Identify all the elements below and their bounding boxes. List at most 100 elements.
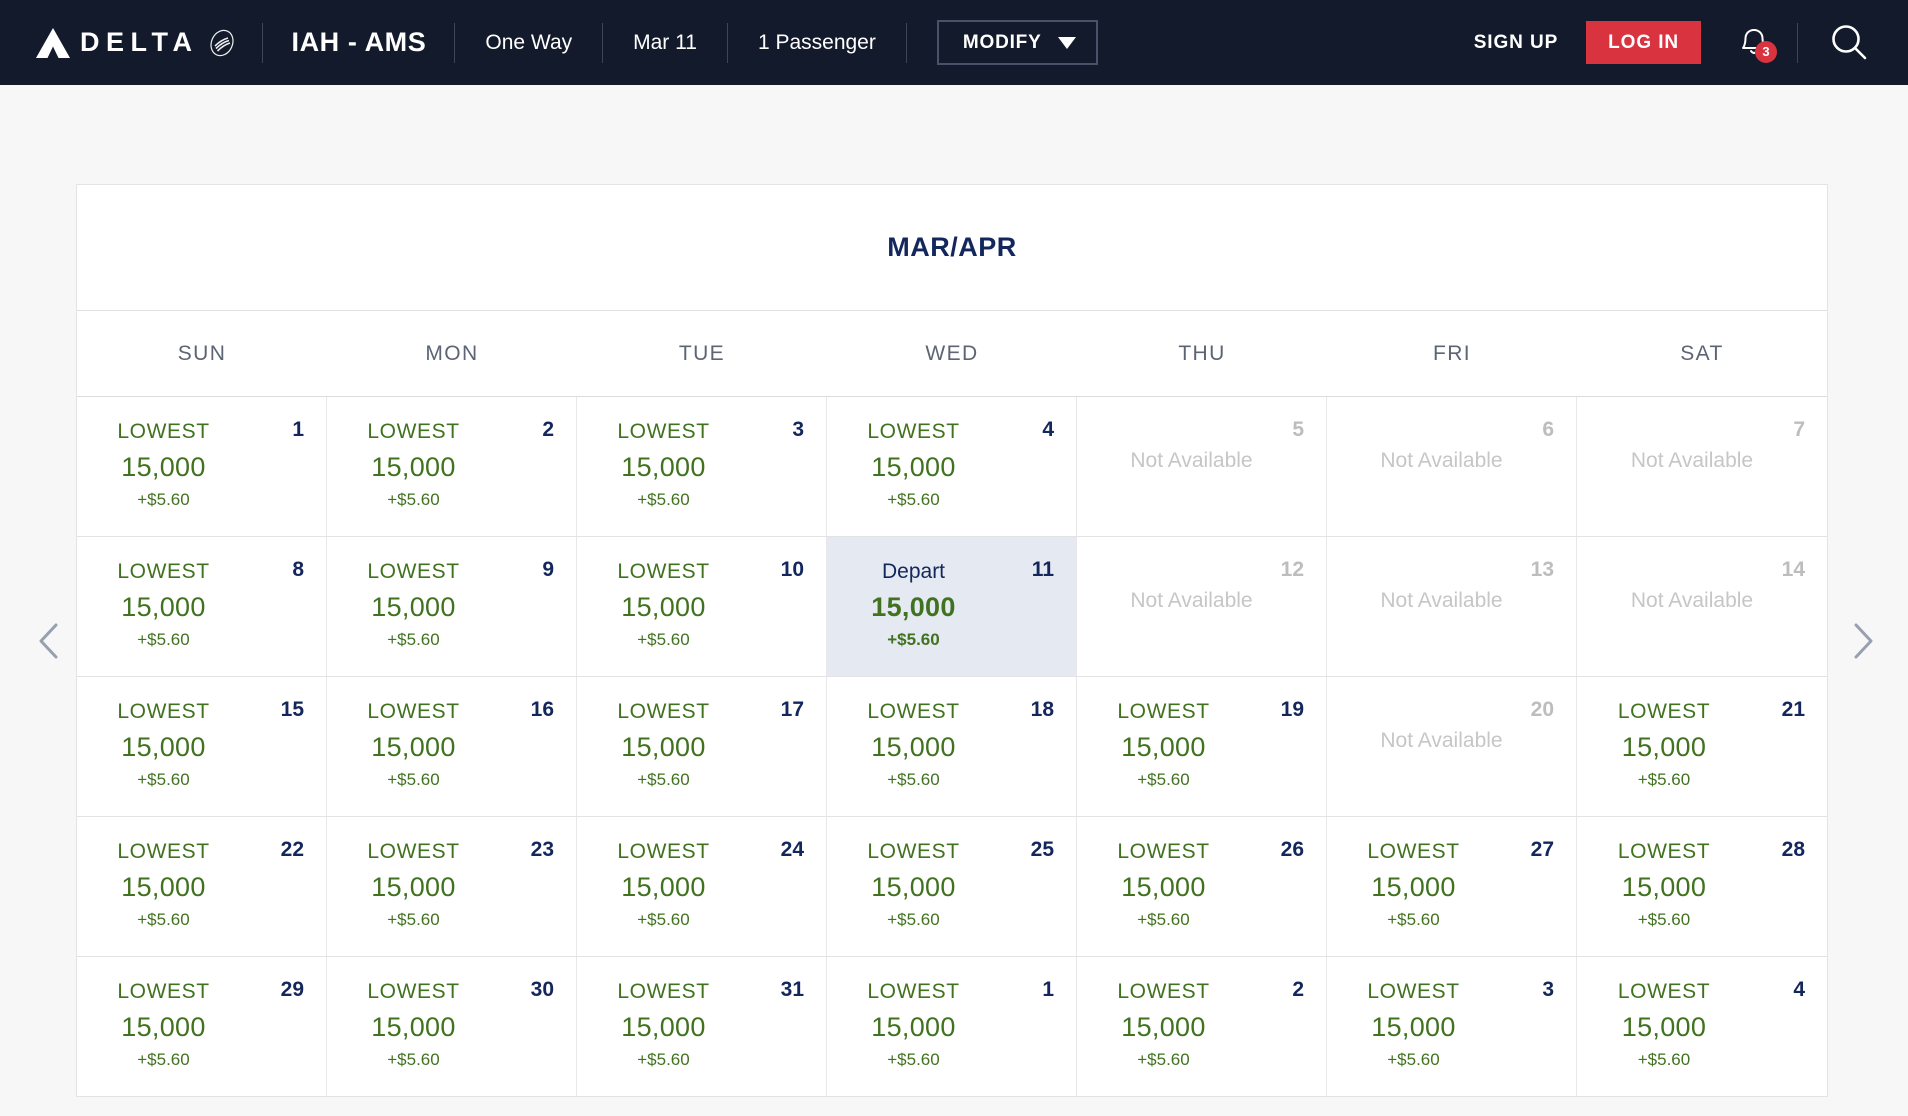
- trip-type-label[interactable]: One Way: [455, 31, 602, 55]
- passenger-count-label[interactable]: 1 Passenger: [728, 31, 906, 55]
- award-miles-amount: 15,000: [327, 1014, 500, 1041]
- calendar-day-cell[interactable]: 1LOWEST15,000+$5.60: [827, 957, 1077, 1096]
- calendar-day-cell[interactable]: 22LOWEST15,000+$5.60: [77, 817, 327, 956]
- fare-details: LOWEST15,000+$5.60: [1077, 701, 1306, 788]
- chevron-right-icon: [1848, 618, 1878, 664]
- notifications-button[interactable]: 3: [1701, 27, 1797, 59]
- calendar-day-cell[interactable]: 30LOWEST15,000+$5.60: [327, 957, 577, 1096]
- lowest-fare-label: LOWEST: [1077, 701, 1250, 722]
- fare-details: LOWEST15,000+$5.60: [827, 421, 1056, 508]
- award-miles-amount: 15,000: [77, 874, 250, 901]
- calendar-day-cell[interactable]: 31LOWEST15,000+$5.60: [577, 957, 827, 1096]
- log-in-button[interactable]: LOG IN: [1586, 21, 1701, 64]
- taxes-and-fees: +$5.60: [77, 771, 250, 788]
- award-miles-amount: 15,000: [1327, 1014, 1500, 1041]
- calendar-day-cell-selected[interactable]: 11Depart15,000+$5.60: [827, 537, 1077, 676]
- day-number: 3: [1542, 979, 1554, 1000]
- taxes-and-fees: +$5.60: [1077, 1051, 1250, 1068]
- taxes-and-fees: +$5.60: [577, 771, 750, 788]
- calendar-day-cell[interactable]: 4LOWEST15,000+$5.60: [1577, 957, 1827, 1096]
- modify-button-label: MODIFY: [963, 33, 1042, 52]
- day-number: 31: [781, 979, 804, 1000]
- sign-up-link[interactable]: SIGN UP: [1446, 32, 1586, 54]
- calendar-day-cell[interactable]: 2LOWEST15,000+$5.60: [327, 397, 577, 536]
- taxes-and-fees: +$5.60: [577, 911, 750, 928]
- lowest-fare-label: LOWEST: [327, 981, 500, 1002]
- calendar-day-cell[interactable]: 3LOWEST15,000+$5.60: [577, 397, 827, 536]
- travel-date-label[interactable]: Mar 11: [603, 31, 727, 55]
- award-miles-amount: 15,000: [827, 594, 1000, 621]
- calendar-day-cell[interactable]: 23LOWEST15,000+$5.60: [327, 817, 577, 956]
- award-miles-amount: 15,000: [827, 454, 1000, 481]
- search-icon: [1828, 22, 1870, 64]
- calendar-day-cell[interactable]: 27LOWEST15,000+$5.60: [1327, 817, 1577, 956]
- calendar-title-row: MAR/APR: [77, 185, 1827, 311]
- calendar-day-cell[interactable]: 16LOWEST15,000+$5.60: [327, 677, 577, 816]
- fare-details: LOWEST 15,000 +$5.60: [327, 981, 556, 1068]
- lowest-fare-label: LOWEST: [577, 561, 750, 582]
- calendar-day-cell[interactable]: 2LOWEST15,000+$5.60: [1077, 957, 1327, 1096]
- taxes-and-fees: +$5.60: [327, 631, 500, 648]
- calendar-day-cell[interactable]: 26LOWEST15,000+$5.60: [1077, 817, 1327, 956]
- previous-week-button[interactable]: [26, 618, 72, 664]
- day-number: 2: [542, 419, 554, 440]
- fare-details: LOWEST15,000+$5.60: [577, 981, 806, 1068]
- award-miles-amount: 15,000: [327, 734, 500, 761]
- route-label[interactable]: IAH - AMS: [263, 27, 454, 58]
- lowest-fare-label: LOWEST: [577, 841, 750, 862]
- day-number: 12: [1281, 559, 1304, 580]
- award-miles-amount: 15,000: [1077, 874, 1250, 901]
- day-number: 26: [1281, 839, 1304, 860]
- fare-details: LOWEST15,000+$5.60: [1577, 841, 1807, 928]
- calendar-day-cell[interactable]: 10LOWEST15,000+$5.60: [577, 537, 827, 676]
- not-available-label: Not Available: [1577, 449, 1807, 473]
- lowest-fare-label: LOWEST: [827, 701, 1000, 722]
- calendar-day-cell[interactable]: 9LOWEST15,000+$5.60: [327, 537, 577, 676]
- calendar-day-cell[interactable]: 1LOWEST15,000+$5.60: [77, 397, 327, 536]
- lowest-fare-label: LOWEST: [577, 981, 750, 1002]
- calendar-day-cell: 20Not Available: [1327, 677, 1577, 816]
- fare-details: LOWEST15,000+$5.60: [577, 841, 806, 928]
- award-miles-amount: 15,000: [577, 454, 750, 481]
- calendar-day-cell[interactable]: 28LOWEST15,000+$5.60: [1577, 817, 1827, 956]
- calendar-day-cell: 5Not Available: [1077, 397, 1327, 536]
- taxes-and-fees: +$5.60: [327, 771, 500, 788]
- calendar-day-cell[interactable]: 18LOWEST15,000+$5.60: [827, 677, 1077, 816]
- calendar-day-cell[interactable]: 15LOWEST15,000+$5.60: [77, 677, 327, 816]
- fare-details: LOWEST15,000+$5.60: [77, 561, 306, 648]
- calendar-day-cell[interactable]: 19LOWEST15,000+$5.60: [1077, 677, 1327, 816]
- calendar-day-cell[interactable]: 24LOWEST15,000+$5.60: [577, 817, 827, 956]
- lowest-fare-label: LOWEST: [327, 561, 500, 582]
- next-week-button[interactable]: [1840, 618, 1886, 664]
- search-button[interactable]: [1798, 22, 1878, 64]
- lowest-fare-label: LOWEST: [1577, 701, 1751, 722]
- taxes-and-fees: +$5.60: [827, 491, 1000, 508]
- calendar-day-cell[interactable]: 29LOWEST15,000+$5.60: [77, 957, 327, 1096]
- calendar-day-cell[interactable]: 25LOWEST15,000+$5.60: [827, 817, 1077, 956]
- calendar-day-cell[interactable]: 21LOWEST15,000+$5.60: [1577, 677, 1827, 816]
- day-number: 20: [1531, 699, 1554, 720]
- day-number: 8: [292, 559, 304, 580]
- calendar-week-row: 1LOWEST15,000+$5.602LOWEST15,000+$5.603L…: [77, 397, 1827, 537]
- fare-details: LOWEST15,000+$5.60: [327, 841, 556, 928]
- lowest-fare-label: LOWEST: [577, 421, 750, 442]
- calendar-day-cell[interactable]: 3LOWEST15,000+$5.60: [1327, 957, 1577, 1096]
- fare-details: LOWEST15,000+$5.60: [77, 421, 306, 508]
- day-number: 18: [1031, 699, 1054, 720]
- calendar-day-cell[interactable]: 4LOWEST15,000+$5.60: [827, 397, 1077, 536]
- calendar-day-cell[interactable]: 17LOWEST15,000+$5.60: [577, 677, 827, 816]
- delta-logo[interactable]: DELTA: [36, 28, 262, 58]
- not-available-label: Not Available: [1327, 589, 1556, 613]
- fare-details: LOWEST15,000+$5.60: [577, 421, 806, 508]
- day-number: 14: [1782, 559, 1805, 580]
- taxes-and-fees: +$5.60: [327, 1051, 500, 1068]
- chevron-left-icon: [34, 618, 64, 664]
- award-miles-amount: 15,000: [1577, 734, 1751, 761]
- calendar-day-cell[interactable]: 8LOWEST15,000+$5.60: [77, 537, 327, 676]
- fare-details: LOWEST15,000+$5.60: [1327, 841, 1556, 928]
- site-header: DELTA IAH - AMS One Way Mar 11 1 Passeng…: [0, 0, 1908, 85]
- fare-details: LOWEST15,000+$5.60: [1077, 981, 1306, 1068]
- modify-search-button[interactable]: MODIFY: [937, 20, 1098, 65]
- flexible-dates-calendar: MAR/APR SUN MON TUE WED THU FRI SAT 1LOW…: [76, 184, 1828, 1097]
- calendar-day-cell: 14Not Available: [1577, 537, 1827, 676]
